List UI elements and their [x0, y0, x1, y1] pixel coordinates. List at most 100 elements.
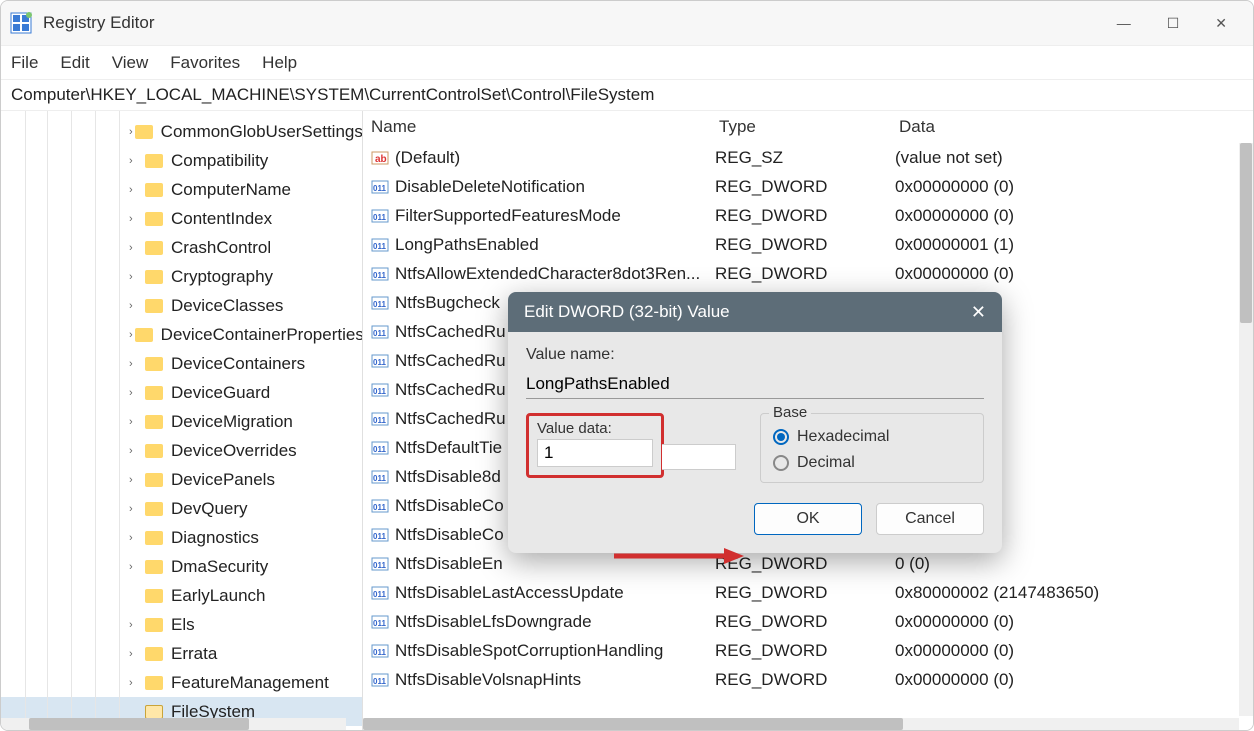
value-row[interactable]: 011NtfsDisableLastAccessUpdateREG_DWORD0… [363, 578, 1253, 607]
column-name[interactable]: Name [371, 117, 719, 137]
dword-value-icon: 011 [371, 352, 389, 370]
value-row[interactable]: 011NtfsDisableLfsDowngradeREG_DWORD0x000… [363, 607, 1253, 636]
menu-view[interactable]: View [112, 53, 149, 73]
value-data: (value not set) [895, 148, 1253, 168]
menu-edit[interactable]: Edit [60, 53, 89, 73]
expand-icon[interactable]: › [129, 677, 143, 689]
expand-icon[interactable]: › [129, 184, 143, 196]
expand-icon[interactable]: › [129, 619, 143, 631]
tree-item-devicemigration[interactable]: ›DeviceMigration [1, 407, 362, 436]
value-type: REG_DWORD [715, 235, 895, 255]
tree-item-devicepanels[interactable]: ›DevicePanels [1, 465, 362, 494]
tree-horizontal-scrollbar[interactable] [1, 718, 346, 730]
column-type[interactable]: Type [719, 117, 899, 137]
tree-item-els[interactable]: ›Els [1, 610, 362, 639]
folder-icon [135, 328, 153, 342]
dialog-close-button[interactable]: ✕ [971, 302, 986, 323]
tree-item-devicecontainers[interactable]: ›DeviceContainers [1, 349, 362, 378]
expand-icon[interactable]: › [129, 387, 143, 399]
value-name: NtfsDisableLastAccessUpdate [395, 583, 715, 603]
dword-value-icon: 011 [371, 671, 389, 689]
svg-text:011: 011 [373, 619, 386, 628]
expand-icon[interactable]: › [129, 445, 143, 457]
ok-button[interactable]: OK [754, 503, 862, 535]
tree-item-devicecontainerproperties[interactable]: ›DeviceContainerProperties [1, 320, 362, 349]
svg-text:011: 011 [373, 329, 386, 338]
expand-icon[interactable]: › [129, 213, 143, 225]
value-type: REG_DWORD [715, 177, 895, 197]
value-type: REG_DWORD [715, 583, 895, 603]
tree-item-crashcontrol[interactable]: › CrashControl [1, 233, 362, 262]
value-row[interactable]: 011NtfsAllowExtendedCharacter8dot3Ren...… [363, 259, 1253, 288]
column-data[interactable]: Data [899, 117, 1253, 137]
dialog-title-text: Edit DWORD (32-bit) Value [524, 302, 730, 322]
value-row[interactable]: 011FilterSupportedFeaturesModeREG_DWORD0… [363, 201, 1253, 230]
value-type: REG_DWORD [715, 206, 895, 226]
expand-icon[interactable]: › [129, 271, 143, 283]
maximize-button[interactable]: ☐ [1167, 15, 1180, 32]
expand-icon[interactable]: › [129, 503, 143, 515]
expand-icon[interactable]: › [129, 358, 143, 370]
tree-item-computername[interactable]: › ComputerName [1, 175, 362, 204]
value-data: 0x80000002 (2147483650) [895, 583, 1253, 603]
svg-text:011: 011 [373, 648, 386, 657]
folder-icon [145, 647, 163, 661]
value-name-field[interactable] [526, 370, 984, 399]
radio-decimal[interactable]: Decimal [773, 454, 971, 472]
values-vertical-scrollbar[interactable] [1239, 143, 1253, 716]
value-row[interactable]: ab(Default)REG_SZ(value not set) [363, 143, 1253, 172]
menu-file[interactable]: File [11, 53, 38, 73]
tree-item-errata[interactable]: ›Errata [1, 639, 362, 668]
folder-icon [145, 589, 163, 603]
menu-help[interactable]: Help [262, 53, 297, 73]
address-bar[interactable]: Computer\HKEY_LOCAL_MACHINE\SYSTEM\Curre… [1, 79, 1253, 111]
close-button[interactable]: ✕ [1215, 15, 1227, 32]
tree-item-diagnostics[interactable]: ›Diagnostics [1, 523, 362, 552]
value-data-input-extension[interactable] [662, 444, 736, 470]
expand-icon[interactable]: › [129, 416, 143, 428]
value-row[interactable]: 011LongPathsEnabledREG_DWORD0x00000001 (… [363, 230, 1253, 259]
cancel-button[interactable]: Cancel [876, 503, 984, 535]
tree-item-compatibility[interactable]: ›Compatibility [1, 146, 362, 175]
value-row[interactable]: 011DisableDeleteNotificationREG_DWORD0x0… [363, 172, 1253, 201]
expand-icon[interactable]: › [129, 329, 133, 341]
value-row[interactable]: 011NtfsDisableEnREG_DWORD0 (0) [363, 549, 1253, 578]
tree-item-deviceoverrides[interactable]: ›DeviceOverrides [1, 436, 362, 465]
dword-value-icon: 011 [371, 381, 389, 399]
expand-icon[interactable]: › [129, 300, 143, 312]
tree-pane[interactable]: ›CommonGlobUserSettings›Compatibility›Co… [1, 111, 363, 730]
expand-icon[interactable]: › [129, 532, 143, 544]
tree-item-deviceclasses[interactable]: ›DeviceClasses [1, 291, 362, 320]
expand-icon[interactable]: › [129, 242, 143, 254]
value-row[interactable]: 011NtfsDisableSpotCorruptionHandlingREG_… [363, 636, 1253, 665]
values-horizontal-scrollbar[interactable] [363, 718, 1239, 730]
expand-icon[interactable]: › [129, 561, 143, 573]
minimize-button[interactable]: — [1117, 15, 1131, 32]
tree-item-dmasecurity[interactable]: ›DmaSecurity [1, 552, 362, 581]
tree-item-deviceguard[interactable]: ›DeviceGuard [1, 378, 362, 407]
expand-icon[interactable]: › [129, 474, 143, 486]
radio-hexadecimal[interactable]: Hexadecimal [773, 428, 971, 446]
dword-value-icon: 011 [371, 555, 389, 573]
tree-item-contentindex[interactable]: ›ContentIndex [1, 204, 362, 233]
value-data-input[interactable] [537, 439, 653, 467]
tree-item-featuremanagement[interactable]: › FeatureManagement [1, 668, 362, 697]
tree-item-label: FeatureManagement [171, 673, 329, 693]
tree-item-earlylaunch[interactable]: EarlyLaunch [1, 581, 362, 610]
radio-icon [773, 455, 789, 471]
value-type: REG_SZ [715, 148, 895, 168]
tree-item-devquery[interactable]: ›DevQuery [1, 494, 362, 523]
base-groupbox: Base Hexadecimal Decimal [760, 413, 984, 483]
folder-icon [145, 502, 163, 516]
folder-icon [135, 125, 153, 139]
tree-item-cryptography[interactable]: ›Cryptography [1, 262, 362, 291]
tree-item-label: ComputerName [171, 180, 291, 200]
expand-icon[interactable]: › [129, 155, 143, 167]
menubar: File Edit View Favorites Help [1, 45, 1253, 79]
tree-item-label: CrashControl [171, 238, 271, 258]
tree-item-commonglobusersettings[interactable]: ›CommonGlobUserSettings [1, 117, 362, 146]
menu-favorites[interactable]: Favorites [170, 53, 240, 73]
expand-icon[interactable]: › [129, 126, 133, 138]
expand-icon[interactable]: › [129, 648, 143, 660]
value-row[interactable]: 011NtfsDisableVolsnapHintsREG_DWORD0x000… [363, 665, 1253, 694]
